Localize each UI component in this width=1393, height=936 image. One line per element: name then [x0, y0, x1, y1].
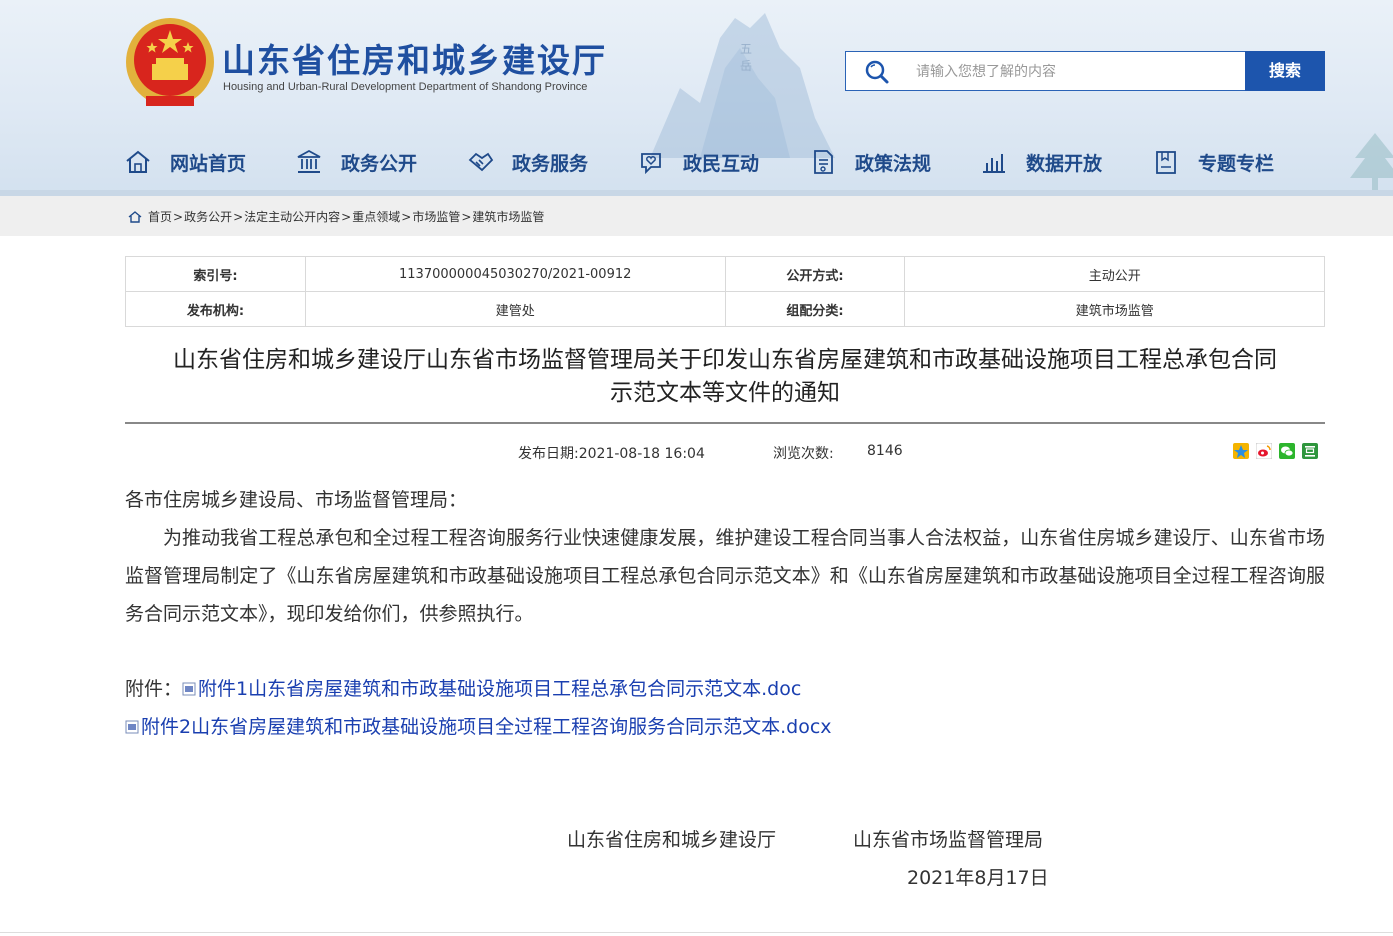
- search-icon: [865, 60, 889, 84]
- nav-label: 数据开放: [1026, 152, 1103, 175]
- index-value: 113700000045030270/2021-00912: [304, 256, 726, 292]
- publisher-value: 建管处: [304, 291, 726, 327]
- attachment-link-2[interactable]: 附件2山东省房屋建筑和市政基础设施项目全过程工程咨询服务合同示范文本.docx: [141, 708, 832, 746]
- publisher-label: 发布机构:: [125, 291, 306, 327]
- nav-label: 网站首页: [170, 152, 247, 175]
- document-meta-table: 索引号: 113700000045030270/2021-00912 公开方式:…: [125, 256, 1325, 327]
- attachment-row: 附件： 附件1山东省房屋建筑和市政基础设施项目工程总承包合同示范文本.doc: [125, 670, 801, 708]
- mountain-illustration-icon: 五 岳: [650, 13, 835, 158]
- nav-item-government-services[interactable]: 政务服务: [466, 140, 588, 184]
- government-building-icon: [297, 149, 321, 173]
- home-icon: [126, 150, 150, 173]
- bar-chart-icon: [983, 154, 1005, 173]
- breadcrumb-separator: >: [341, 209, 352, 224]
- svg-text:五: 五: [740, 42, 752, 56]
- site-subtitle: Housing and Urban-Rural Development Depa…: [223, 81, 588, 93]
- breadcrumb-link-key-areas[interactable]: 重点领域: [352, 208, 400, 225]
- nav-item-policies[interactable]: 政策法规: [809, 140, 931, 184]
- main-nav: 网站首页 政务公开 政务服务 政民互动 政策法规 数据开放 专题专栏: [124, 140, 1324, 184]
- nav-item-government-affairs[interactable]: 政务公开: [295, 140, 417, 184]
- site-title: 山东省住房和城乡建设厅: [222, 41, 607, 80]
- weibo-icon[interactable]: [1256, 443, 1272, 459]
- category-value: 建筑市场监管: [904, 291, 1325, 327]
- attachment-link-1[interactable]: 附件1山东省房屋建筑和市政基础设施项目工程总承包合同示范文本.doc: [198, 670, 801, 708]
- nav-item-open-data[interactable]: 数据开放: [980, 140, 1102, 184]
- index-label: 索引号:: [125, 256, 306, 292]
- site-header: 五 岳 山东省住房和城乡建设厅 Housing and Urban-Rural …: [0, 0, 1393, 196]
- breadcrumb-separator: >: [461, 209, 472, 224]
- table-row: 索引号: 113700000045030270/2021-00912 公开方式:…: [125, 256, 1325, 292]
- signer-housing-department: 山东省住房和城乡建设厅: [567, 829, 777, 851]
- national-emblem-icon: [126, 18, 214, 106]
- breadcrumb-link-construction-market[interactable]: 建筑市场监管: [472, 208, 544, 225]
- attachment-label: 附件：: [125, 678, 183, 700]
- handshake-icon: [468, 152, 494, 172]
- open-mode-value: 主动公开: [904, 256, 1325, 292]
- doc-file-icon: [125, 720, 139, 734]
- search-button[interactable]: 搜索: [1245, 51, 1325, 91]
- views-count: 8146: [867, 443, 903, 459]
- nav-item-special-topics[interactable]: 专题专栏: [1152, 140, 1274, 184]
- search-box: [845, 51, 1246, 91]
- search-input[interactable]: [916, 60, 1226, 84]
- article-title-line: 示范文本等文件的通知: [610, 380, 840, 406]
- signer-market-supervision: 山东省市场监督管理局: [853, 829, 1044, 851]
- publish-date: 发布日期:2021-08-18 16:04: [518, 446, 705, 462]
- nav-label: 政民互动: [683, 152, 760, 175]
- footer-divider: [0, 932, 1393, 933]
- nav-label: 政策法规: [855, 152, 932, 175]
- article-paragraph: 为推动我省工程总承包和全过程工程咨询服务行业快速健康发展，维护建设工程合同当事人…: [125, 527, 1325, 625]
- breadcrumb-link-home[interactable]: 首页: [148, 208, 172, 225]
- breadcrumb-separator: >: [173, 209, 184, 224]
- qzone-icon[interactable]: [1233, 443, 1249, 459]
- breadcrumb-separator: >: [401, 209, 412, 224]
- sign-date: 2021年8月17日: [907, 867, 1049, 889]
- doc-file-icon: [182, 682, 196, 696]
- attachment-row: 附件2山东省房屋建筑和市政基础设施项目全过程工程咨询服务合同示范文本.docx: [125, 708, 832, 746]
- breadcrumb-link-market-supervision[interactable]: 市场监管: [412, 208, 460, 225]
- category-label: 组配分类:: [724, 291, 906, 327]
- douban-icon[interactable]: [1302, 443, 1318, 459]
- article-title: 山东省住房和城乡建设厅山东省市场监督管理局关于印发山东省房屋建筑和市政基础设施项…: [125, 344, 1325, 410]
- svg-text:岳: 岳: [740, 59, 752, 73]
- open-mode-label: 公开方式:: [724, 256, 906, 292]
- breadcrumb-separator: >: [233, 209, 244, 224]
- nav-label: 专题专栏: [1198, 152, 1275, 175]
- nav-label: 政务服务: [512, 152, 589, 175]
- breadcrumb-bar: 首页 > 政务公开 > 法定主动公开内容 > 重点领域 > 市场监管 > 建筑市…: [0, 196, 1393, 236]
- nav-label: 政务公开: [341, 152, 418, 175]
- breadcrumb: 首页 > 政务公开 > 法定主动公开内容 > 重点领域 > 市场监管 > 建筑市…: [128, 208, 544, 225]
- article-greeting: 各市住房城乡建设局、市场监督管理局：: [125, 489, 468, 511]
- table-row: 发布机构: 建管处 组配分类: 建筑市场监管: [125, 291, 1325, 327]
- nav-item-home[interactable]: 网站首页: [124, 140, 246, 184]
- breadcrumb-link-government-affairs[interactable]: 政务公开: [184, 208, 232, 225]
- article-title-line: 山东省住房和城乡建设厅山东省市场监督管理局关于印发山东省房屋建筑和市政基础设施项…: [173, 347, 1277, 373]
- breadcrumb-link-statutory-disclosure[interactable]: 法定主动公开内容: [244, 208, 340, 225]
- views-label: 浏览次数:: [773, 446, 834, 462]
- heart-chat-icon: [641, 153, 661, 175]
- nav-item-public-interaction[interactable]: 政民互动: [637, 140, 759, 184]
- pine-tree-icon: [1350, 133, 1393, 196]
- topic-bookmark-icon: [1156, 151, 1176, 174]
- home-icon: [128, 210, 142, 223]
- title-divider: [125, 422, 1325, 424]
- policy-document-icon: [814, 150, 833, 174]
- wechat-icon[interactable]: [1279, 443, 1295, 459]
